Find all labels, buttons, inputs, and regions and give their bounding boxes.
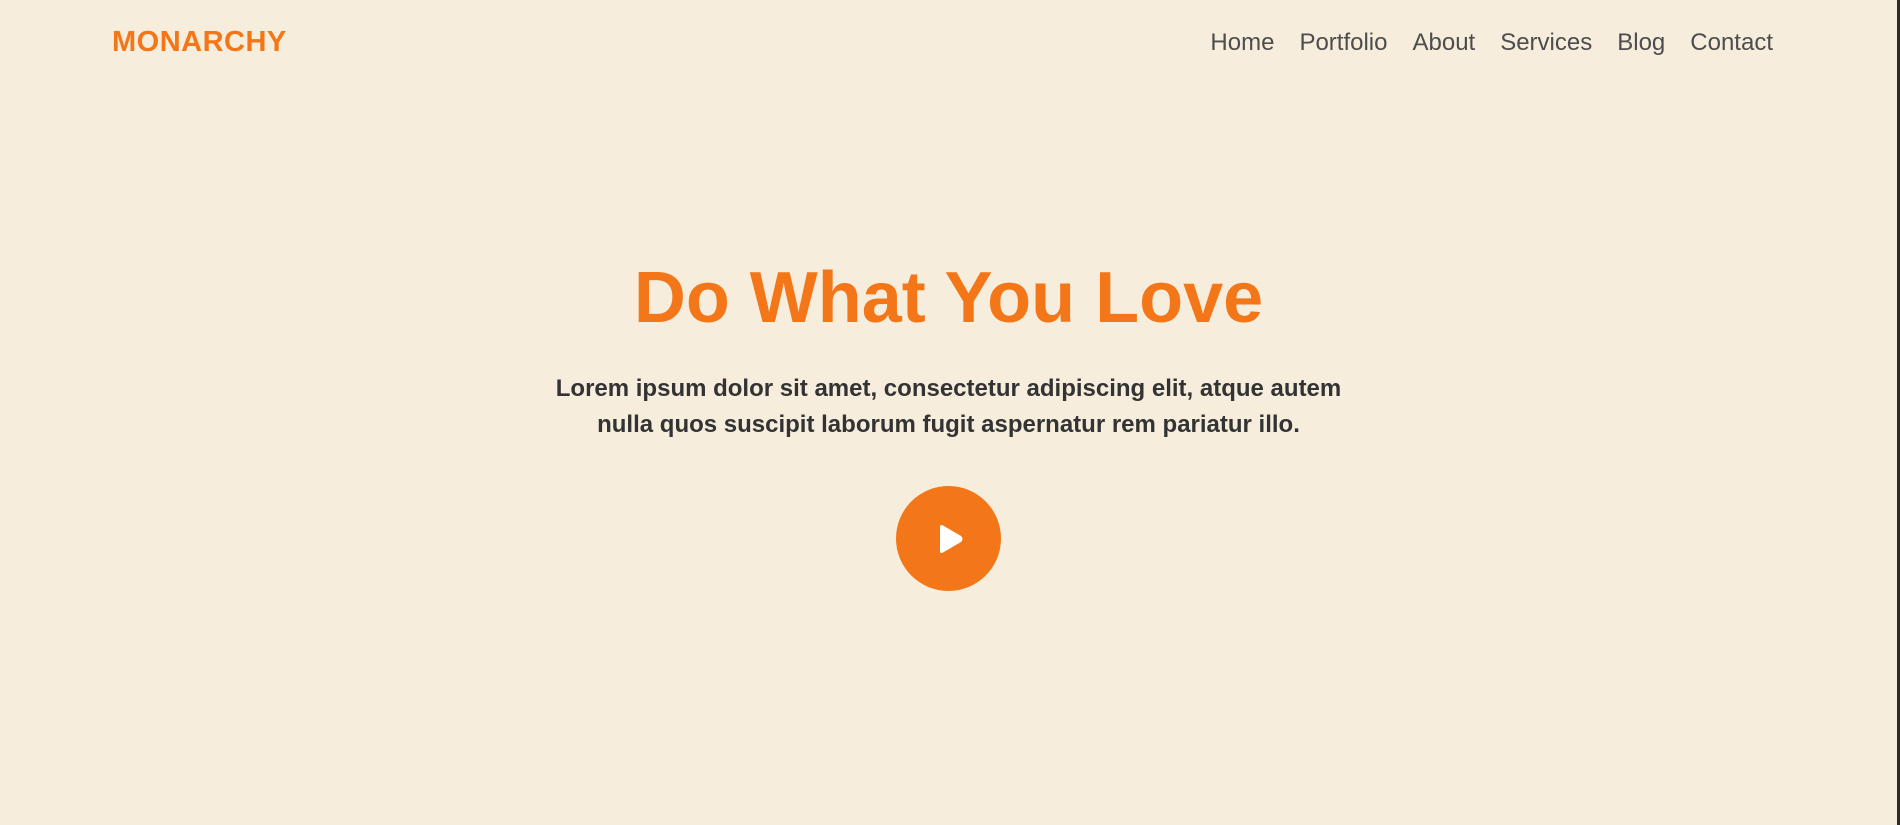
hero-section: Do What You Love Lorem ipsum dolor sit a… bbox=[0, 0, 1897, 825]
play-video-button[interactable] bbox=[896, 486, 1001, 591]
hero-title: Do What You Love bbox=[633, 258, 1264, 338]
play-icon bbox=[932, 522, 966, 556]
hero-description: Lorem ipsum dolor sit amet, consectetur … bbox=[555, 375, 1342, 438]
